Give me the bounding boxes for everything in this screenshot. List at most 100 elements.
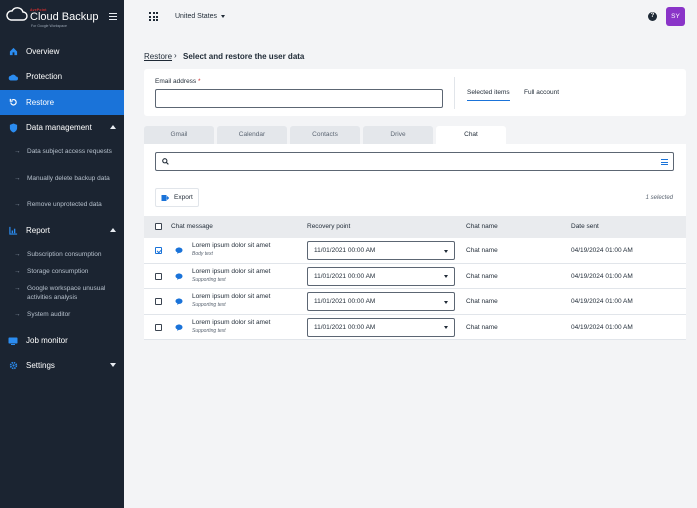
table-row[interactable]: Lorem ipsum dolor sit amet Supporting te… — [144, 289, 686, 315]
sidebar-subitem-system-auditor[interactable]: → System auditor — [14, 311, 120, 320]
search-box — [155, 152, 674, 171]
tab-gmail[interactable]: Gmail — [144, 126, 214, 144]
recovery-point-dropdown[interactable]: 11/01/2021 00:00 AM — [307, 241, 455, 260]
page-title: Select and restore the user data — [183, 52, 305, 61]
brand-subtitle: For Google Workspace — [31, 24, 67, 28]
sidebar-subitem-remove-unprotected[interactable]: → Remove unprotected data — [14, 201, 120, 210]
chat-icon — [175, 273, 183, 280]
recovery-point-value: 11/01/2021 00:00 AM — [314, 323, 376, 331]
country-selector[interactable]: United States — [175, 13, 217, 20]
row-checkbox[interactable] — [155, 247, 162, 254]
date-sent: 04/19/2024 01:00 AM — [571, 247, 633, 254]
arrow-right-icon: → — [14, 148, 21, 155]
table-row[interactable]: Lorem ipsum dolor sit amet Supporting te… — [144, 264, 686, 289]
chevron-down-icon — [444, 249, 448, 253]
chat-message: Lorem ipsum dolor sit amet — [192, 267, 271, 275]
tab-drive[interactable]: Drive — [363, 126, 433, 144]
content-panel: Export 1 selected Chat message Recovery … — [144, 144, 686, 340]
email-label: Email address * — [155, 78, 201, 85]
recovery-point-value: 11/01/2021 00:00 AM — [314, 247, 376, 254]
export-button[interactable]: Export — [155, 188, 199, 207]
sidebar-item-settings[interactable]: Settings — [0, 353, 124, 378]
chat-name: Chat name — [466, 298, 498, 305]
tab-calendar[interactable]: Calendar — [217, 126, 287, 144]
sidebar-item-label: Job monitor — [26, 336, 68, 345]
chat-message-subtext: Body text — [192, 251, 213, 257]
row-checkbox[interactable] — [155, 272, 162, 280]
chat-message-subtext: Supporting text — [192, 276, 226, 283]
table-header: Chat message Recovery point Chat name Da… — [144, 216, 686, 238]
arrow-right-icon: → — [14, 285, 21, 292]
cloud-icon — [8, 72, 18, 82]
chat-name: Chat name — [466, 247, 498, 254]
sidebar-item-report[interactable]: Report — [0, 218, 124, 243]
chat-message-subtext: Supporting text — [192, 302, 226, 308]
menu-toggle-icon[interactable] — [109, 13, 117, 21]
sidebar-item-label: Data management — [26, 123, 92, 132]
sidebar-item-label: Report — [26, 226, 51, 235]
divider — [454, 77, 455, 109]
table-row[interactable]: Lorem ipsum dolor sit amet Supporting te… — [144, 315, 686, 340]
monitor-icon — [8, 336, 18, 346]
column-header-chat-message[interactable]: Chat message — [171, 223, 213, 230]
recovery-point-value: 11/01/2021 00:00 AM — [314, 298, 376, 305]
email-field[interactable] — [155, 89, 443, 108]
sidebar-subitem-label: Google workspace unusual activities anal… — [27, 285, 106, 301]
recovery-point-dropdown[interactable]: 11/01/2021 00:00 AM — [307, 266, 455, 286]
app-launcher-icon[interactable] — [149, 12, 158, 21]
top-bar: United States ? SY — [124, 0, 697, 36]
column-header-chat-name[interactable]: Chat name — [466, 223, 498, 230]
row-checkbox[interactable] — [155, 298, 162, 305]
column-header-date-sent[interactable]: Date sent — [571, 223, 599, 230]
column-header-recovery-point[interactable]: Recovery point — [307, 223, 350, 230]
sidebar-subitem-manual-delete[interactable]: → Manually delete backup data — [14, 175, 120, 184]
sidebar-subitem-dsar[interactable]: → Data subject access requests — [14, 148, 120, 157]
chat-message: Lorem ipsum dolor sit amet — [192, 318, 271, 326]
date-sent: 04/19/2024 01:00 AM — [571, 323, 633, 331]
recovery-point-dropdown[interactable]: 11/01/2021 00:00 AM — [307, 292, 455, 311]
chat-message-subtext: Supporting text — [192, 327, 226, 334]
chevron-down-icon[interactable] — [221, 15, 225, 18]
breadcrumb-separator: › — [174, 51, 177, 60]
recovery-point-value: 11/01/2021 00:00 AM — [314, 272, 376, 280]
search-input[interactable] — [172, 155, 652, 168]
chat-name: Chat name — [466, 272, 498, 280]
help-icon[interactable]: ? — [648, 12, 657, 21]
sidebar-subitem-label: Manually delete backup data — [27, 175, 110, 182]
tab-chat[interactable]: Chat — [436, 126, 506, 144]
select-all-checkbox[interactable] — [155, 223, 162, 230]
table-row[interactable]: Lorem ipsum dolor sit amet Body text 11/… — [144, 238, 686, 264]
filter-icon[interactable] — [661, 159, 668, 167]
brand-logo: AvePoint Cloud Backup For Google Workspa… — [6, 6, 118, 30]
sidebar-item-overview[interactable]: Overview — [0, 39, 124, 64]
chat-icon — [175, 324, 183, 331]
report-icon — [8, 226, 18, 236]
sidebar-subitem-storage[interactable]: → Storage consumption — [14, 268, 120, 277]
sidebar-item-job-monitor[interactable]: Job monitor — [0, 328, 124, 353]
export-icon — [161, 194, 169, 201]
chevron-down-icon — [110, 363, 116, 367]
sidebar-item-data-management[interactable]: Data management — [0, 115, 124, 140]
sidebar-item-label: Restore — [26, 98, 55, 107]
avatar[interactable]: SY — [666, 7, 685, 26]
tab-selected-items[interactable]: Selected items — [467, 89, 510, 101]
sidebar-item-label: Settings — [26, 361, 55, 370]
sidebar-item-protection[interactable]: Protection — [0, 64, 124, 89]
sidebar-subitem-label: System auditor — [27, 311, 71, 318]
chevron-up-icon — [110, 125, 116, 129]
row-checkbox[interactable] — [155, 323, 162, 331]
sidebar-subitem-unusual-activities[interactable]: → Google workspace unusual activities an… — [14, 285, 120, 302]
date-sent: 04/19/2024 01:00 AM — [571, 272, 633, 280]
tab-full-account[interactable]: Full account — [524, 89, 559, 96]
breadcrumb-restore-link[interactable]: Restore — [144, 52, 172, 61]
sidebar-item-restore[interactable]: Restore — [0, 90, 124, 115]
tab-contacts[interactable]: Contacts — [290, 126, 360, 144]
recovery-point-dropdown[interactable]: 11/01/2021 00:00 AM — [307, 317, 455, 337]
arrow-right-icon: → — [14, 251, 21, 258]
chevron-down-icon — [444, 326, 448, 329]
sidebar-subitem-subscription[interactable]: → Subscription consumption — [14, 251, 120, 260]
email-card: Email address * Selected items Full acco… — [144, 69, 686, 116]
sidebar-subitem-label: Subscription consumption — [27, 251, 102, 258]
chevron-up-icon — [110, 228, 116, 232]
sidebar-subitem-label: Remove unprotected data — [27, 201, 102, 208]
